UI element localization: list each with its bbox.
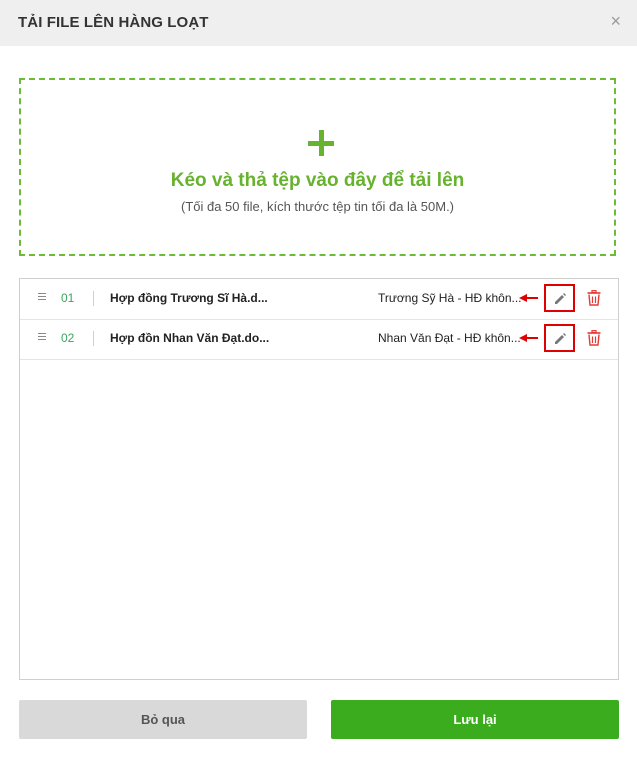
file-dropzone[interactable]: Kéo và thả tệp vào đây để tải lên (Tối đ…	[19, 78, 616, 256]
dialog-header: TẢI FILE LÊN HÀNG LOẠT ×	[0, 0, 637, 46]
dropzone-title: Kéo và thả tệp vào đây để tải lên	[170, 170, 465, 191]
edit-button[interactable]	[544, 324, 575, 352]
dialog-title: TẢI FILE LÊN HÀNG LOẠT	[18, 14, 209, 31]
pencil-icon	[555, 293, 566, 304]
trash-icon[interactable]	[587, 330, 601, 346]
trash-icon[interactable]	[587, 290, 601, 306]
edit-button[interactable]	[544, 284, 575, 312]
file-number: 02	[61, 331, 75, 345]
drag-handle-icon[interactable]	[38, 332, 46, 342]
file-name: Hợp đồn Nhan Văn Đạt.do...	[110, 331, 270, 345]
file-description: Nhan Văn Đạt - HĐ khôn...	[378, 331, 521, 345]
dropzone-subtitle: (Tối đa 50 file, kích thước tệp tin tối …	[180, 199, 455, 214]
file-row: 02 Hợp đồn Nhan Văn Đạt.do... Nhan Văn Đ…	[20, 319, 618, 360]
divider	[93, 331, 94, 346]
arrow-annotation-icon	[519, 334, 538, 342]
file-name: Hợp đồng Trương Sĩ Hà.d...	[110, 291, 268, 305]
close-icon[interactable]: ×	[610, 11, 621, 31]
file-list: 01 Hợp đồng Trương Sĩ Hà.d... Trương Sỹ …	[19, 278, 619, 680]
file-row: 01 Hợp đồng Trương Sĩ Hà.d... Trương Sỹ …	[20, 279, 618, 320]
drag-handle-icon[interactable]	[38, 292, 46, 302]
arrow-annotation-icon	[519, 294, 538, 302]
divider	[93, 291, 94, 306]
file-description: Trương Sỹ Hà - HĐ khôn...	[378, 291, 522, 305]
pencil-icon	[555, 333, 566, 344]
plus-icon	[308, 130, 334, 156]
save-button[interactable]: Lưu lại	[331, 700, 619, 739]
file-number: 01	[61, 291, 75, 305]
skip-button[interactable]: Bỏ qua	[19, 700, 307, 739]
